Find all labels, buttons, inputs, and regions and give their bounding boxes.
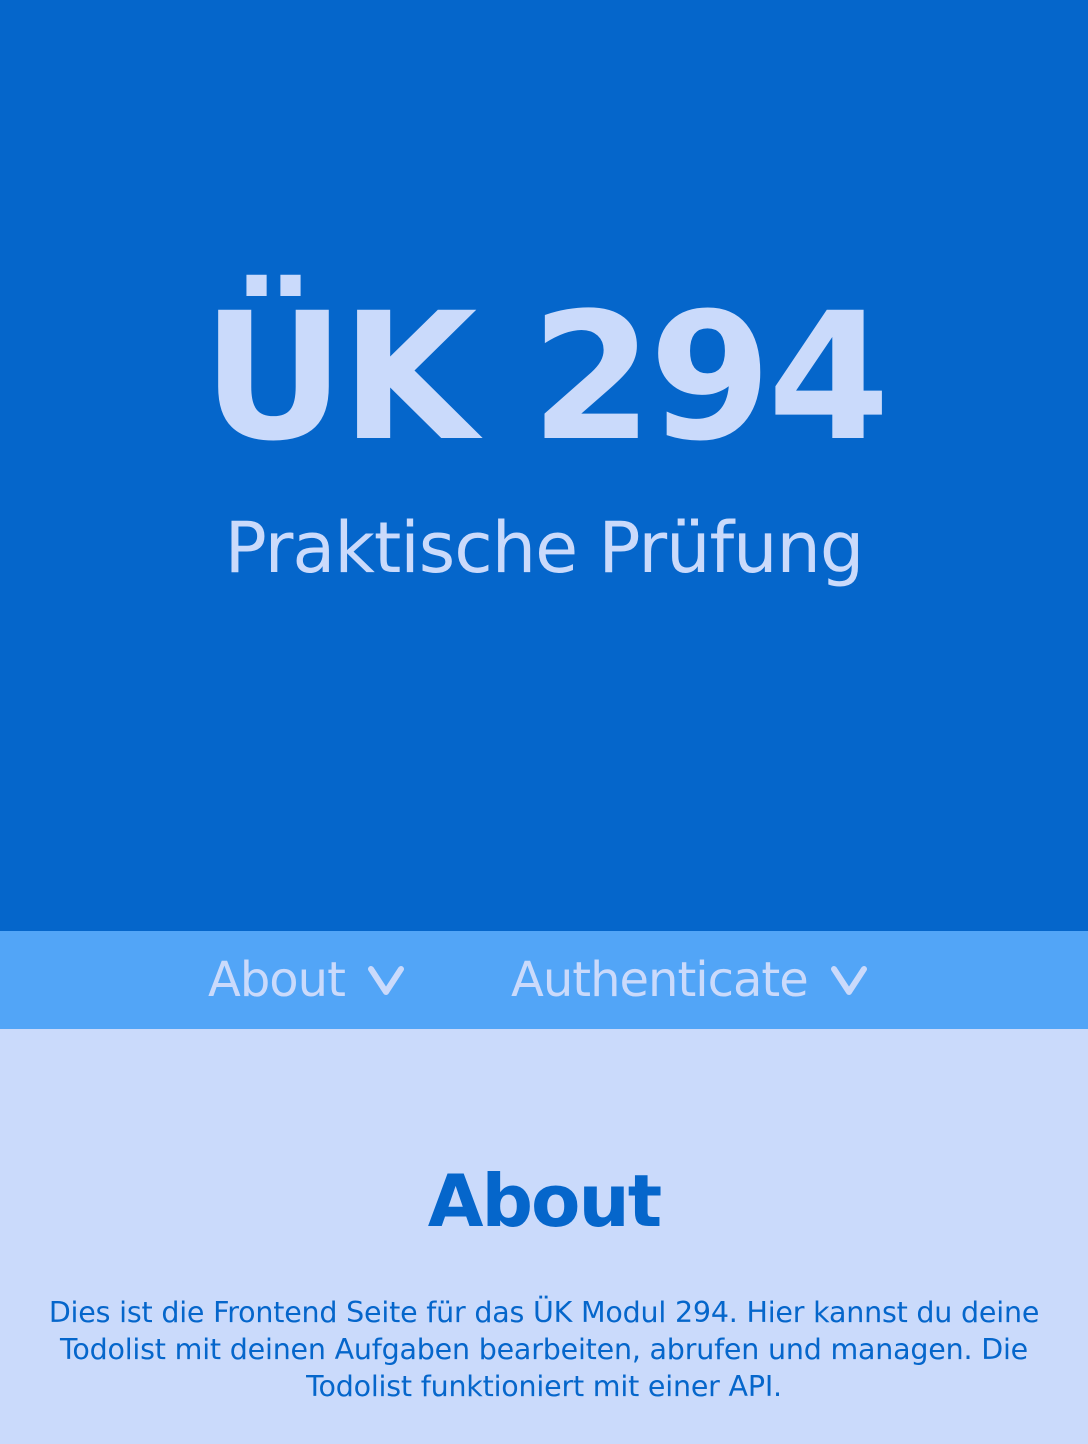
hero-section: ÜK 294 Praktische Prüfung bbox=[0, 0, 1088, 931]
hero-title: ÜK 294 bbox=[202, 275, 890, 480]
nav-item-label: About bbox=[208, 952, 346, 1008]
about-section: About Dies ist die Frontend Seite für da… bbox=[0, 1029, 1088, 1444]
about-heading: About bbox=[427, 1159, 662, 1243]
about-description: Dies ist die Frontend Seite für das ÜK M… bbox=[48, 1296, 1040, 1403]
nav-item-authenticate[interactable]: Authenticate bbox=[511, 931, 868, 1029]
chevron-down-icon bbox=[367, 966, 404, 995]
chevron-down-icon bbox=[830, 966, 867, 995]
hero-subtitle: Praktische Prüfung bbox=[224, 507, 865, 589]
navigation-bar: About Authenticate bbox=[0, 931, 1088, 1029]
nav-item-label: Authenticate bbox=[511, 952, 809, 1008]
nav-item-about[interactable]: About bbox=[208, 931, 405, 1029]
